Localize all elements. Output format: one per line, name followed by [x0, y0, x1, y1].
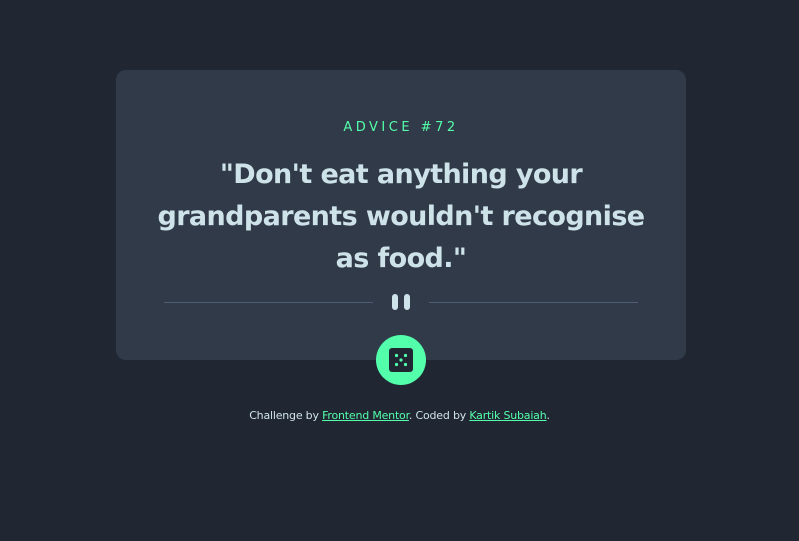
- attribution: Challenge by Frontend Mentor. Coded by K…: [0, 409, 799, 422]
- dice-icon: [389, 348, 413, 372]
- attribution-prefix: Challenge by: [249, 409, 323, 422]
- pause-bar-left: [392, 294, 398, 310]
- divider-line-right: [429, 302, 638, 303]
- pause-icon: [390, 294, 412, 312]
- advice-card: ADVICE #72 "Don't eat anything your gran…: [116, 70, 686, 360]
- advice-quote: "Don't eat anything your grandparents wo…: [157, 159, 645, 274]
- divider: [164, 294, 638, 312]
- attribution-middle: . Coded by: [408, 409, 470, 422]
- dice-button[interactable]: [376, 335, 426, 385]
- author-link[interactable]: Kartik Subaiah: [469, 409, 546, 422]
- divider-line-left: [164, 302, 373, 303]
- pause-bar-right: [404, 294, 410, 310]
- advice-title: ADVICE #72: [343, 120, 459, 135]
- attribution-suffix: .: [546, 409, 551, 422]
- frontend-mentor-link[interactable]: Frontend Mentor: [322, 409, 409, 422]
